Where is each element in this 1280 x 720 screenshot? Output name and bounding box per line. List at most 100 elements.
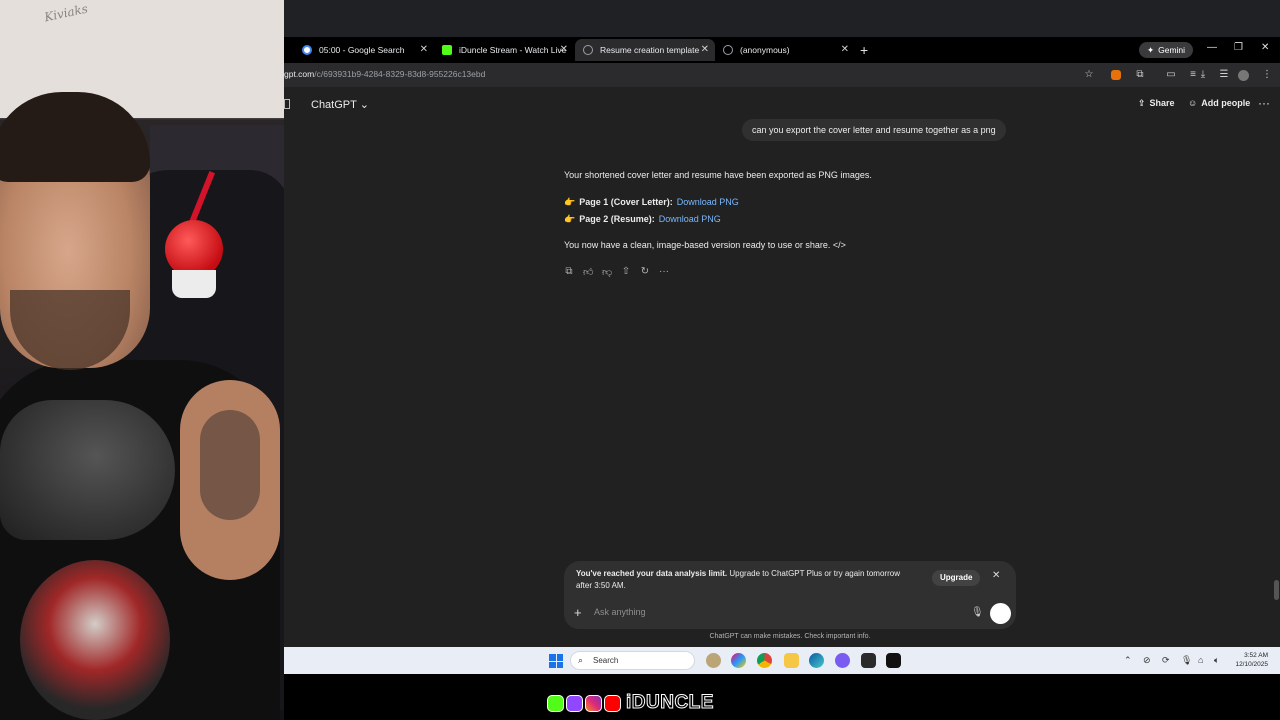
ask-input[interactable] xyxy=(594,607,954,617)
more-icon[interactable]: ··· xyxy=(659,266,669,278)
person-add-icon: ☺ xyxy=(1188,98,1198,108)
edge-icon[interactable] xyxy=(809,653,824,668)
upgrade-button[interactable]: Upgrade xyxy=(932,570,981,586)
chatgpt-app: ChatGPT ⌄ ⇪ Share ☺ Add people ··· can y… xyxy=(284,87,1280,647)
reading-list-icon[interactable]: ☰ xyxy=(1217,68,1231,82)
chatgpt-icon xyxy=(723,45,733,55)
discord-icon[interactable] xyxy=(835,653,850,668)
model-name-label: ChatGPT xyxy=(311,99,357,111)
copilot-icon[interactable] xyxy=(731,653,746,668)
scrollbar[interactable] xyxy=(1274,580,1279,600)
url-path: /c/693931b9-4284-8329-83d8-955226c13ebd xyxy=(314,69,486,79)
more-options-icon[interactable]: ··· xyxy=(1258,96,1270,110)
share-button[interactable]: ⇪ Share xyxy=(1138,98,1175,109)
kick-logo-icon xyxy=(547,694,564,712)
page1-label: Page 1 (Cover Letter): xyxy=(579,196,673,207)
tab-title: (anonymous) xyxy=(740,45,790,55)
gemini-button[interactable]: ✦ Gemini xyxy=(1139,42,1194,58)
chevron-down-icon: ⌄ xyxy=(359,99,369,111)
stream-brand-bar: iDUNCLE xyxy=(284,674,1280,720)
puzzle-extensions-icon[interactable]: ⧉ xyxy=(1133,68,1147,82)
chrome-icon[interactable] xyxy=(757,653,772,668)
file-explorer-icon[interactable] xyxy=(784,653,799,668)
message-actions: ⧉ 👍︎ 👎︎ ⇧ ↻ ··· xyxy=(564,266,669,278)
close-icon[interactable]: ✕ xyxy=(420,44,428,55)
tab-iduncle-stream[interactable]: iDuncle Stream - Watch Live on ✕ xyxy=(434,39,574,61)
tab-strip: 05:00 - Google Search ✕ iDuncle Stream -… xyxy=(284,37,1280,63)
webcam-overlay: Kiviaks xyxy=(0,0,284,720)
search-icon: ⌕ xyxy=(578,655,584,665)
code-icon: </> xyxy=(832,240,846,250)
brand-name: iDUNCLE xyxy=(626,692,714,714)
close-icon[interactable]: ✕ xyxy=(992,570,1000,581)
tab-title: 05:00 - Google Search xyxy=(319,45,405,55)
system-clock[interactable]: 3:52 AM 12/10/2025 xyxy=(1228,651,1268,669)
cast-icon[interactable]: ▭ xyxy=(1164,68,1178,82)
tab-title: Resume creation template xyxy=(600,45,700,55)
share-message-icon[interactable]: ⇧ xyxy=(621,266,631,278)
kick-icon xyxy=(442,45,452,55)
close-window-icon[interactable]: ✕ xyxy=(1261,42,1269,53)
url-text[interactable]: gpt.com/c/693931b9-4284-8329-83d8-955226… xyxy=(284,69,485,79)
windows-start-icon[interactable] xyxy=(549,654,563,668)
download-png-link-page1[interactable]: Download PNG xyxy=(677,194,739,210)
sync-icon[interactable]: ⟳ xyxy=(1162,655,1170,666)
microphone-icon[interactable]: 🎙︎ xyxy=(971,607,984,618)
stream-brand: iDUNCLE xyxy=(547,692,714,714)
tab-anonymous[interactable]: (anonymous) ✕ xyxy=(715,39,855,61)
volume-icon[interactable]: 🔈︎ xyxy=(1214,655,1219,666)
youtube-logo-icon xyxy=(604,694,621,712)
taskbar-search-label: Search xyxy=(593,656,619,665)
bookmark-star-icon[interactable]: ☆ xyxy=(1082,68,1096,82)
pointing-hand-icon: 👉 xyxy=(564,213,576,224)
tray-mic-icon[interactable]: 🎙︎ xyxy=(1181,655,1192,666)
regenerate-icon[interactable]: ↻ xyxy=(640,266,650,278)
thumbs-down-icon[interactable]: 👎︎ xyxy=(602,266,612,278)
add-people-label: Add people xyxy=(1201,98,1251,108)
instagram-logo-icon xyxy=(585,694,602,712)
minimize-icon[interactable]: — xyxy=(1207,42,1217,53)
assistant-outro-text: You now have a clean, image-based versio… xyxy=(564,240,831,250)
address-bar[interactable]: gpt.com/c/693931b9-4284-8329-83d8-955226… xyxy=(284,63,1280,87)
tray-app-icon[interactable]: ⊘ xyxy=(1143,655,1151,666)
model-selector[interactable]: ChatGPT ⌄ xyxy=(311,98,369,111)
voice-mode-button[interactable] xyxy=(990,603,1011,624)
assistant-intro: Your shortened cover letter and resume h… xyxy=(564,170,872,180)
google-icon xyxy=(302,45,312,55)
windows-taskbar: ⌕ Search ⌃ ⊘ ⟳ 🎙︎ ⌂ 🔈︎ 3:52 AM 12/10/202… xyxy=(284,647,1280,674)
webcam-microphone xyxy=(0,400,175,540)
extension-orange-icon[interactable] xyxy=(1111,70,1121,80)
close-icon[interactable]: ✕ xyxy=(841,44,849,55)
download-png-link-page2[interactable]: Download PNG xyxy=(659,211,721,227)
copy-icon[interactable]: ⧉ xyxy=(564,266,574,278)
tab-google-search[interactable]: 05:00 - Google Search ✕ xyxy=(294,39,434,61)
share-label: Share xyxy=(1149,98,1175,108)
network-icon[interactable]: ⌂ xyxy=(1198,655,1203,665)
clock-date: 12/10/2025 xyxy=(1235,661,1268,668)
close-icon[interactable]: ✕ xyxy=(701,44,709,55)
maximize-icon[interactable]: ❐ xyxy=(1234,42,1243,53)
capcut-icon[interactable] xyxy=(886,653,901,668)
thumbs-up-icon[interactable]: 👍︎ xyxy=(583,266,593,278)
profile-avatar[interactable] xyxy=(1238,70,1249,81)
chatgpt-icon xyxy=(583,45,593,55)
new-tab-plus-icon[interactable]: + xyxy=(860,42,868,58)
tab-resume-template[interactable]: Resume creation template ✕ xyxy=(575,39,715,61)
plus-icon[interactable]: + xyxy=(574,605,582,620)
composer: + 🎙︎ xyxy=(564,599,1016,629)
terminal-icon[interactable] xyxy=(861,653,876,668)
page1-line: 👉 Page 1 (Cover Letter): Download PNG xyxy=(564,193,1064,210)
widgets-icon[interactable] xyxy=(706,653,721,668)
add-people-button[interactable]: ☺ Add people xyxy=(1188,98,1250,108)
page2-line: 👉 Page 2 (Resume): Download PNG xyxy=(564,210,1064,227)
menu-kebab-icon[interactable]: ⋮ xyxy=(1260,68,1274,82)
sidebar-toggle-icon[interactable] xyxy=(284,99,290,109)
browser-window: 05:00 - Google Search ✕ iDuncle Stream -… xyxy=(284,0,1280,647)
close-icon[interactable]: ✕ xyxy=(560,44,568,55)
disclaimer: ChatGPT can make mistakes. Check importa… xyxy=(709,633,871,640)
taskbar-search[interactable]: ⌕ Search xyxy=(570,651,695,670)
clock-time: 3:52 AM xyxy=(1244,652,1268,659)
download-icon[interactable]: ⤓ xyxy=(1196,68,1210,82)
chevron-up-icon[interactable]: ⌃ xyxy=(1124,655,1132,666)
tab-title: iDuncle Stream - Watch Live on xyxy=(459,45,566,55)
